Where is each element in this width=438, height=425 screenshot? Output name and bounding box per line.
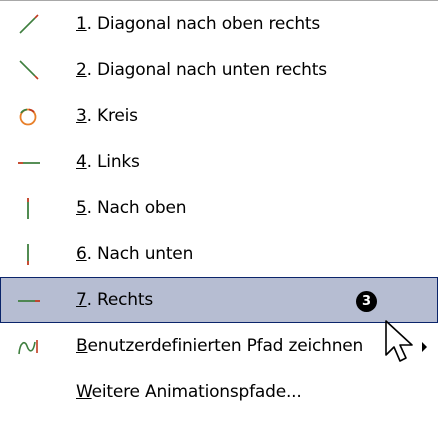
menu-item-more-paths[interactable]: Weitere Animationspfade... bbox=[0, 369, 438, 415]
menu-item-label: enutzerdefinierten Pfad zeichnen bbox=[87, 336, 364, 356]
horizontal-line-icon bbox=[17, 150, 41, 174]
mouse-pointer-icon bbox=[384, 319, 420, 375]
custom-path-icon bbox=[17, 334, 41, 358]
diagonal-up-right-icon bbox=[17, 12, 41, 36]
vertical-line-up-icon bbox=[17, 196, 41, 220]
menu-item-diagonal-up-right[interactable]: 1. Diagonal nach oben rechts bbox=[0, 1, 438, 47]
menu-item-accel: W bbox=[76, 382, 92, 402]
menu-item-custom-path[interactable]: Benutzerdefinierten Pfad zeichnen bbox=[0, 323, 438, 369]
menu-item-diagonal-down-right[interactable]: 2. Diagonal nach unten rechts bbox=[0, 47, 438, 93]
menu-item-label: eitere Animationspfade... bbox=[91, 382, 302, 402]
menu-item-down[interactable]: 6. Nach unten bbox=[0, 231, 438, 277]
menu-item-label: . Links bbox=[86, 152, 140, 172]
vertical-line-down-icon bbox=[17, 242, 41, 266]
menu-item-accel: 2 bbox=[76, 60, 87, 80]
menu-item-label: . Diagonal nach unten rechts bbox=[86, 60, 327, 80]
menu-item-label: . Nach unten bbox=[86, 244, 194, 264]
menu-item-label: . Nach oben bbox=[86, 198, 187, 218]
menu-item-right[interactable]: 7. Rechts 3 bbox=[0, 277, 438, 323]
menu-item-accel: 3 bbox=[76, 106, 87, 126]
menu-item-accel: 5 bbox=[76, 198, 87, 218]
horizontal-line-right-icon bbox=[17, 288, 41, 312]
menu-item-accel: 6 bbox=[76, 244, 87, 264]
menu-item-label: . Diagonal nach oben rechts bbox=[86, 14, 321, 34]
menu-item-accel: 1 bbox=[76, 14, 87, 34]
diagonal-down-right-icon bbox=[17, 58, 41, 82]
menu-item-accel: 7 bbox=[76, 290, 87, 310]
menu-item-circle[interactable]: 3. Kreis bbox=[0, 93, 438, 139]
menu-item-left[interactable]: 4. Links bbox=[0, 139, 438, 185]
animation-path-menu: 1. Diagonal nach oben rechts 2. Diagonal… bbox=[0, 0, 438, 425]
menu-item-label: . Rechts bbox=[86, 290, 154, 310]
circle-icon bbox=[17, 104, 41, 128]
submenu-arrow-icon bbox=[422, 342, 427, 352]
menu-item-label: . Kreis bbox=[86, 106, 138, 126]
menu-item-up[interactable]: 5. Nach oben bbox=[0, 185, 438, 231]
menu-item-accel: B bbox=[76, 336, 88, 356]
menu-item-accel: 4 bbox=[76, 152, 87, 172]
step-number-badge: 3 bbox=[356, 291, 377, 312]
